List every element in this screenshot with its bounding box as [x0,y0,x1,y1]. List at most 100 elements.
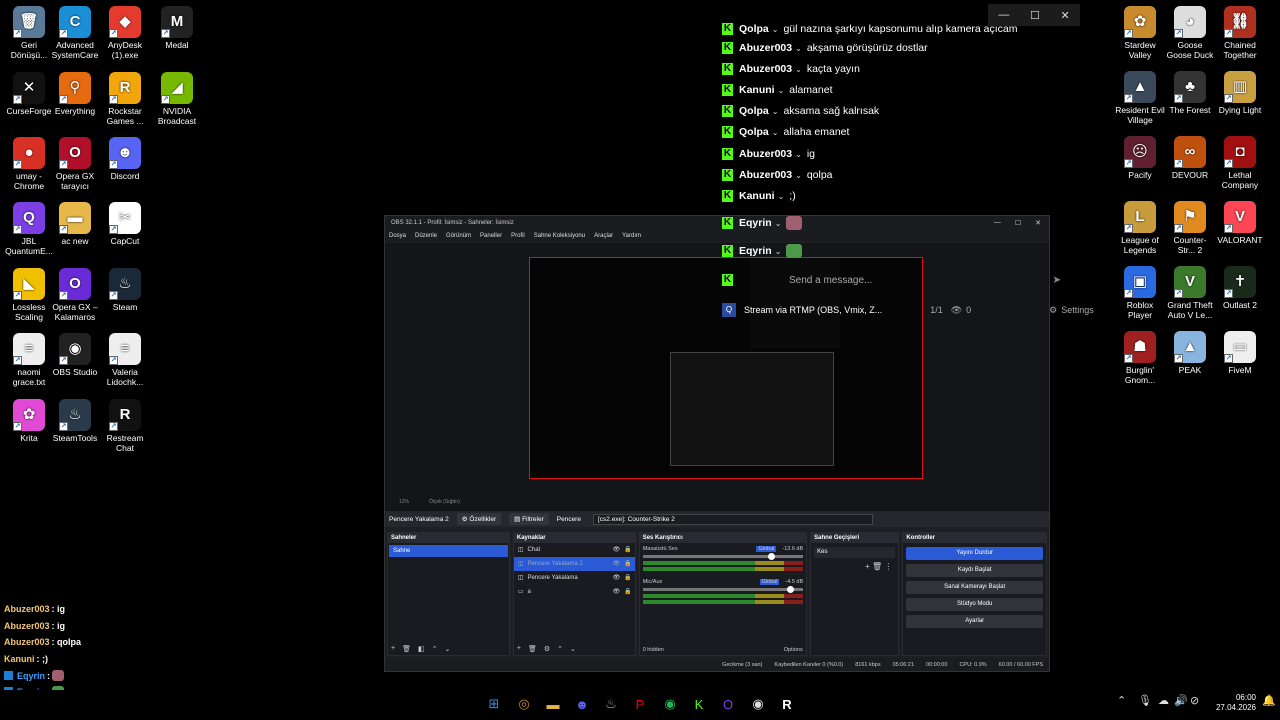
desktop-shortcut[interactable]: R ↗ Rockstar Games ... [100,72,150,126]
menu-item[interactable]: Düzenle [415,233,437,239]
mixer-options[interactable]: Options [784,647,803,653]
trash-icon[interactable]: 🗑 [528,645,537,653]
filters-button[interactable]: ▤ Filtreler [509,513,549,525]
desktop-shortcut[interactable]: ▥ ↗ Dying Light [1215,71,1265,115]
chat-username[interactable]: Qolpa [739,126,769,138]
maximize-icon[interactable]: ☐ [1015,219,1021,227]
desktop-shortcut[interactable]: ▲ ↗ PEAK [1165,331,1215,375]
chevron-down-icon[interactable]: ⌄ [772,128,779,137]
chevron-down-icon[interactable]: ⌄ [775,247,782,256]
network-icon[interactable]: ⊘ [1190,694,1199,707]
add-icon[interactable]: + [517,645,521,653]
preview-canvas[interactable] [529,257,923,479]
app-icon[interactable]: ◎ [514,694,534,714]
desktop-shortcut[interactable]: ✝ ↗ Outlast 2 [1215,266,1265,310]
desktop-shortcut[interactable]: Q ↗ JBL QuantumE... [4,202,54,256]
source-item[interactable]: ◫ Chat 👁 🔒 [514,543,635,557]
control-button[interactable]: Kaydı Başlat [906,564,1043,577]
chat-input[interactable]: Send a message... [789,275,872,286]
volume-slider[interactable] [642,586,804,593]
desktop-shortcut[interactable]: ⚲ ↗ Everything [50,72,100,116]
slider-knob[interactable] [767,553,775,560]
chevron-down-icon[interactable]: ⌄ [775,219,782,228]
steam-icon[interactable]: ♨ [601,694,621,714]
desktop-shortcut[interactable]: ◕ ↗ Goose Goose Duck [1165,6,1215,60]
chevron-down-icon[interactable]: ⌄ [795,65,802,74]
restream-icon[interactable]: R [777,694,797,714]
menu-item[interactable]: Yardım [622,233,641,239]
desktop-shortcut[interactable]: ◢ ↗ NVIDIA Broadcast [152,72,202,126]
source-item[interactable]: ◫ Pencere Yakalama 👁 🔒 [514,571,635,585]
desktop-shortcut[interactable]: V ↗ Grand Theft Auto V Le... [1165,266,1215,320]
desktop-shortcut[interactable]: M ↗ Medal [152,6,202,50]
properties-button[interactable]: ⚙ Özellikler [456,513,502,525]
chevron-down-icon[interactable]: ⌄ [795,150,802,159]
eye-icon[interactable]: 👁 [613,543,621,557]
chat-username[interactable]: Kanuni [739,84,775,96]
trash-icon[interactable]: 🗑 [872,562,882,571]
source-item[interactable]: ◫ Pencere Yakalama 2 👁 🔒 [513,557,635,571]
menu-item[interactable]: Paneller [480,233,502,239]
lock-icon[interactable]: 🔒 [624,571,631,585]
notification-icon[interactable]: 🔔 [1262,694,1276,707]
menu-item[interactable]: Profil [511,233,525,239]
obs-icon[interactable]: ◉ [748,694,768,714]
speaker-icon[interactable]: 🔊 [1174,694,1188,707]
desktop-shortcut[interactable]: C ↗ Advanced SystemCare [50,6,100,60]
close-icon[interactable]: ✕ [1060,9,1069,22]
desktop-shortcut[interactable]: ⛓ ↗ Chained Together [1215,6,1265,60]
desktop-shortcut[interactable]: V ↗ VALORANT [1215,201,1265,245]
desktop-shortcut[interactable]: ● ↗ umay - Chrome [4,137,54,191]
control-button[interactable]: Stüdyo Modu [906,598,1043,611]
opera-gx-icon[interactable]: O [718,694,738,714]
onedrive-icon[interactable]: ☁ [1158,694,1169,707]
desktop-shortcut[interactable]: ≡ ↗ naomi grace.txt [4,333,54,387]
chat-username[interactable]: Abuzer003 [739,63,792,75]
kick-icon[interactable]: K [689,694,709,714]
close-icon[interactable]: ✕ [1035,219,1041,227]
start-icon[interactable]: ⊞ [484,694,504,714]
eye-icon[interactable]: 👁 [613,585,621,599]
add-icon[interactable]: + [391,645,395,653]
chat-username[interactable]: Qolpa [739,105,769,117]
desktop-shortcut[interactable]: ♨ ↗ Steam [100,268,150,312]
lock-icon[interactable]: 🔒 [624,585,631,599]
chevron-down-icon[interactable]: ⌄ [772,107,779,116]
trash-icon[interactable]: 🗑 [402,645,411,653]
desktop-shortcut[interactable]: O ↗ Opera GX – Kalamaros [50,268,100,322]
down-icon[interactable]: ⌄ [570,645,576,653]
desktop-shortcut[interactable]: O ↗ Opera GX tarayıcı [50,137,100,191]
desktop-shortcut[interactable]: ◘ ↗ Lethal Company [1215,136,1265,190]
clock[interactable]: 06:00 27.04.2026 [1208,693,1256,713]
lock-icon[interactable]: 🔒 [624,543,631,557]
desktop-shortcut[interactable]: ☹ ↗ Pacify [1115,136,1165,180]
menu-item[interactable]: Araçlar [594,233,613,239]
desktop-shortcut[interactable]: ≡ ↗ Valeria Lidochk... [100,333,150,387]
minimize-icon[interactable]: — [994,219,1001,227]
desktop-shortcut[interactable]: ▣ ↗ Roblox Player [1115,266,1165,320]
menu-item[interactable]: Görünüm [446,233,471,239]
eye-icon[interactable]: 👁 [613,571,621,585]
desktop-shortcut[interactable]: ♣ ↗ The Forest [1165,71,1215,115]
add-icon[interactable]: + [865,562,870,571]
desktop-shortcut[interactable]: L ↗ League of Legends [1115,201,1165,255]
eye-icon[interactable]: 👁 [613,557,621,571]
desktop-shortcut[interactable]: ✂ ↗ CapCut [100,202,150,246]
desktop-shortcut[interactable]: ▲ ↗ Resident Evil Village [1115,71,1165,125]
desktop-shortcut[interactable]: ♨ ↗ SteamTools [50,399,100,443]
menu-item[interactable]: Dosya [389,233,406,239]
menu-item[interactable]: Sahne Koleksiyonu [534,233,585,239]
control-button[interactable]: Sanal Kamerayı Başlat [906,581,1043,594]
chat-username[interactable]: Qolpa [739,23,769,35]
desktop-shortcut[interactable]: ▬ ↗ ac new [50,202,100,246]
zoom-level[interactable]: 12% [399,499,409,505]
chat-username[interactable]: Eqyrin [739,245,772,257]
slider-knob[interactable] [787,586,795,593]
up-icon[interactable]: ⌃ [432,645,438,653]
transition-select[interactable]: Kes [814,547,896,558]
chat-username[interactable]: Abuzer003 [739,169,792,181]
more-icon[interactable]: ⋮ [884,562,892,571]
chat-username[interactable]: Abuzer003 [739,148,792,160]
desktop-shortcut[interactable]: ◉ ↗ OBS Studio [50,333,100,377]
spotify-icon[interactable]: ◉ [660,694,680,714]
